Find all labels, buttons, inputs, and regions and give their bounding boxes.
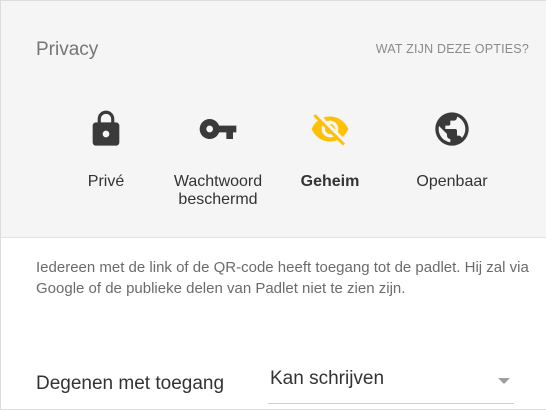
key-icon: [198, 109, 238, 149]
globe-icon: [432, 109, 472, 149]
option-label-wachtwoord: Wachtwoord beschermd: [153, 173, 283, 209]
privacy-option-wachtwoord[interactable]: Wachtwoord beschermd: [153, 101, 283, 237]
option-label-prive: Privé: [87, 173, 125, 190]
panel-title: Privacy: [36, 39, 99, 60]
lock-icon: [86, 109, 126, 149]
privacy-option-geheim[interactable]: Geheim: [265, 101, 395, 237]
privacy-header: Privacy WAT ZIJN DEZE OPTIES?: [1, 1, 546, 101]
privacy-options: Privé Wachtwoord beschermd Geheim Openba…: [1, 101, 546, 238]
options-help-link[interactable]: WAT ZIJN DEZE OPTIES?: [376, 42, 529, 56]
access-label: Degenen met toegang: [36, 373, 225, 394]
option-label-wachtwoord-line2: beschermd: [178, 191, 258, 208]
access-select-value: Kan schrijven: [270, 368, 385, 389]
privacy-option-prive[interactable]: Privé: [41, 101, 171, 237]
privacy-option-openbaar[interactable]: Openbaar: [387, 101, 517, 237]
option-label-wachtwoord-line1: Wachtwoord: [173, 173, 263, 190]
option-label-openbaar: Openbaar: [416, 173, 488, 190]
privacy-description: Iedereen met de link of de QR-code heeft…: [36, 259, 529, 297]
dropdown-arrow-icon: [498, 378, 510, 384]
privacy-panel: Privacy WAT ZIJN DEZE OPTIES? Privé Wach…: [0, 0, 546, 410]
access-select[interactable]: Kan schrijven: [268, 363, 514, 404]
option-label-geheim: Geheim: [300, 173, 360, 190]
eye-off-icon: [310, 109, 350, 149]
